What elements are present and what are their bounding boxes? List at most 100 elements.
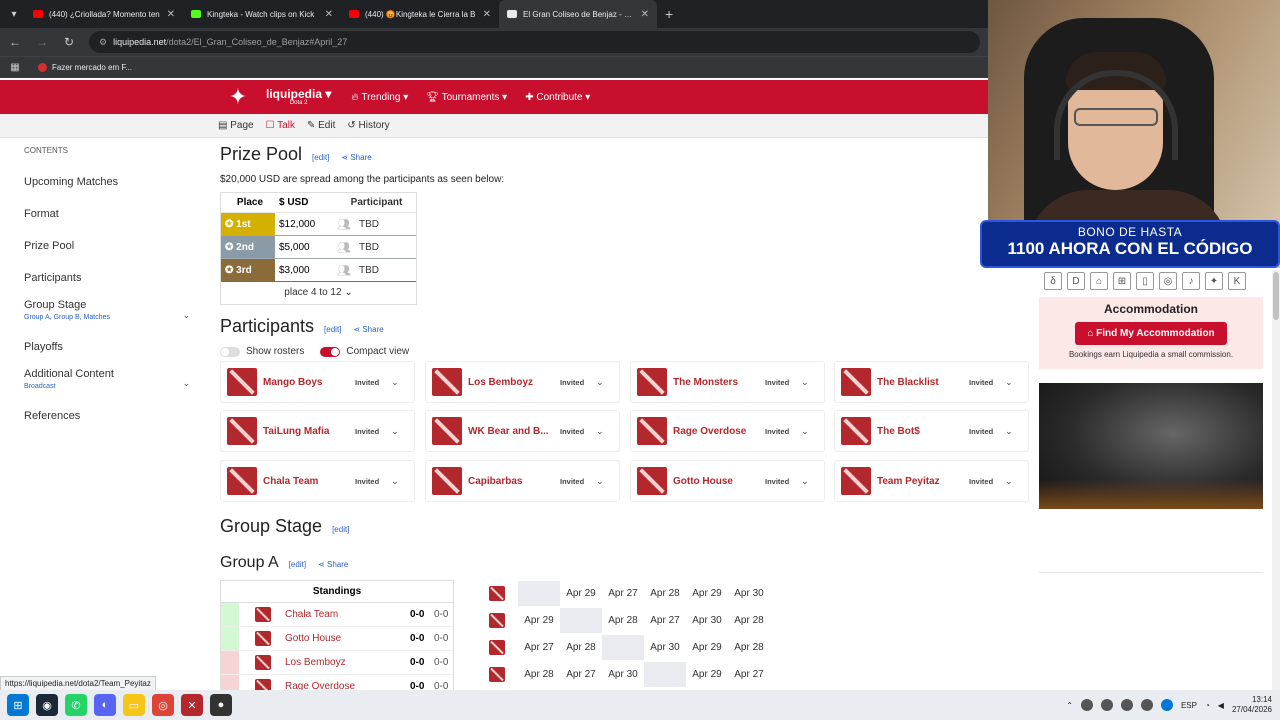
nav-contribute[interactable]: ✚ Contribute ▾ — [525, 92, 590, 103]
browser-tab[interactable]: (440) 😡Kingteka le Cierra la B ✕ — [341, 0, 499, 28]
matrix-cell[interactable]: Apr 28 — [602, 608, 644, 633]
video-ad[interactable] — [1039, 383, 1263, 509]
chevron-down-icon[interactable]: ⌄ — [1005, 476, 1013, 487]
expand-places-button[interactable]: place 4 to 12 ⌄ — [221, 282, 416, 304]
team-card[interactable]: Gotto House Invited ⌄ — [630, 460, 825, 502]
toc-sublinks[interactable]: Broadcast — [24, 383, 114, 390]
chevron-down-icon[interactable]: ⌄ — [182, 310, 190, 321]
chevron-down-icon[interactable]: ⌄ — [596, 377, 604, 388]
find-accommodation-button[interactable]: ⌂ Find My Accommodation — [1075, 322, 1227, 345]
browser-tab[interactable]: (440) ¿Criollada? Momento ten ✕ — [25, 0, 183, 28]
team-card[interactable]: Los Bemboyz Invited ⌄ — [425, 361, 620, 403]
matrix-cell[interactable]: Apr 27 — [644, 608, 686, 633]
team-name[interactable]: Chala Team — [285, 609, 410, 620]
chevron-down-icon[interactable]: ⌄ — [182, 378, 190, 389]
matrix-cell[interactable]: Apr 30 — [602, 662, 644, 687]
team-card[interactable]: Rage Overdose Invited ⌄ — [630, 410, 825, 452]
house-icon[interactable]: ⌂ — [1090, 272, 1108, 290]
matrix-cell[interactable]: Apr 29 — [560, 581, 602, 606]
team-card[interactable]: The Bot$ Invited ⌄ — [834, 410, 1029, 452]
matrix-cell[interactable]: Apr 28 — [728, 608, 770, 633]
browser-tab[interactable]: Kingteka - Watch clips on Kick ✕ — [183, 0, 341, 28]
team-name[interactable]: Capibarbas — [468, 476, 560, 487]
matrix-cell[interactable]: Apr 27 — [728, 662, 770, 687]
matrix-cell[interactable]: Apr 29 — [518, 608, 560, 633]
bracket-icon[interactable]: ⊞ — [1113, 272, 1131, 290]
edit-link[interactable]: [edit] — [332, 525, 349, 534]
matrix-cell[interactable]: Apr 28 — [644, 581, 686, 606]
dota-icon[interactable]: ✕ — [181, 694, 203, 716]
action-history[interactable]: ↺ History — [347, 120, 389, 131]
matrix-cell[interactable]: Apr 30 — [686, 608, 728, 633]
toc-item[interactable]: Format — [24, 208, 59, 220]
reload-icon[interactable]: ↻ — [57, 35, 81, 49]
matrix-cell[interactable]: Apr 28 — [728, 635, 770, 660]
matrix-cell[interactable]: Apr 29 — [686, 635, 728, 660]
team-name[interactable]: The Monsters — [673, 377, 765, 388]
team-name[interactable]: Gotto House — [285, 633, 410, 644]
share-link[interactable]: ⋖ Share — [318, 560, 348, 569]
whatsapp-icon[interactable]: ✆ — [65, 694, 87, 716]
chevron-down-icon[interactable]: ⌄ — [596, 426, 604, 437]
scrollbar-track[interactable] — [1272, 270, 1280, 690]
new-tab-button[interactable]: + — [665, 6, 673, 22]
team-name[interactable]: Los Bemboyz — [468, 377, 560, 388]
share-link[interactable]: ⋖ Share — [341, 153, 371, 162]
chevron-down-icon[interactable]: ⌄ — [1005, 426, 1013, 437]
kick-icon[interactable]: K — [1228, 272, 1246, 290]
matrix-cell[interactable]: Apr 27 — [518, 635, 560, 660]
team-name[interactable]: Gotto House — [673, 476, 765, 487]
url-input[interactable]: ⚙ liquipedia.net/dota2/El_Gran_Coliseo_d… — [89, 31, 980, 53]
team-card[interactable]: The Monsters Invited ⌄ — [630, 361, 825, 403]
site-info-icon[interactable]: ⚙ — [99, 37, 107, 48]
team-card[interactable]: TaiLung Mafia Invited ⌄ — [220, 410, 415, 452]
share-link[interactable]: ⋖ Share — [353, 325, 383, 334]
chevron-down-icon[interactable]: ⌄ — [391, 426, 399, 437]
chrome-icon[interactable]: ◎ — [152, 694, 174, 716]
team-card[interactable]: The Blacklist Invited ⌄ — [834, 361, 1029, 403]
bookmark-item[interactable]: Fazer mercado em F... — [52, 63, 132, 72]
toc-item[interactable]: Playoffs — [24, 341, 63, 353]
chevron-down-icon[interactable]: ⌄ — [596, 476, 604, 487]
toc-item[interactable]: Prize Pool — [24, 240, 74, 252]
volume-icon[interactable]: ◀︎ — [1218, 701, 1224, 710]
edit-link[interactable]: [edit] — [324, 325, 341, 334]
chevron-down-icon[interactable]: ⌄ — [391, 476, 399, 487]
chevron-down-icon[interactable]: ⌄ — [801, 377, 809, 388]
chevron-down-icon[interactable]: ⌄ — [801, 476, 809, 487]
toc-item[interactable]: Group Stage Group A, Group B, Matches — [24, 299, 110, 321]
instagram-icon[interactable]: ◎ — [1159, 272, 1177, 290]
close-tab-icon[interactable]: ✕ — [167, 9, 175, 20]
toc-item[interactable]: References — [24, 410, 80, 422]
toc-sublinks[interactable]: Group A, Group B, Matches — [24, 314, 110, 321]
close-tab-icon[interactable]: ✕ — [641, 9, 649, 20]
tray-app-icon[interactable] — [1100, 699, 1113, 711]
matrix-cell[interactable]: Apr 27 — [602, 581, 644, 606]
matrix-cell[interactable]: Apr 27 — [560, 662, 602, 687]
matrix-cell[interactable]: Apr 29 — [686, 581, 728, 606]
team-card[interactable]: Team Peyitaz Invited ⌄ — [834, 460, 1029, 502]
matrix-cell[interactable]: Apr 28 — [518, 662, 560, 687]
back-icon[interactable]: ← — [3, 35, 27, 49]
show-rosters-toggle[interactable] — [220, 346, 240, 357]
team-name[interactable]: The Blacklist — [877, 377, 969, 388]
nav-tournaments[interactable]: 🏆︎ Tournaments ▾ — [426, 92, 507, 103]
obs-icon[interactable]: ● — [210, 694, 232, 716]
chevron-up-icon[interactable]: ⌃ — [1066, 701, 1073, 710]
chevron-down-icon[interactable]: ⌄ — [391, 377, 399, 388]
language-indicator[interactable]: ESP — [1181, 701, 1197, 710]
compact-view-toggle[interactable] — [320, 346, 341, 357]
browser-tab-active[interactable]: El Gran Coliseo de Benjaz - Liqu ✕ — [499, 0, 657, 28]
matrix-cell[interactable]: Apr 29 — [686, 662, 728, 687]
team-name[interactable]: Los Bemboyz — [285, 657, 410, 668]
tray-app-icon[interactable] — [1140, 699, 1153, 711]
page-icon[interactable]: ▯ — [1136, 272, 1154, 290]
tab-search-icon[interactable]: ▾ — [3, 3, 25, 25]
team-card[interactable]: WK Bear and B... Invited ⌄ — [425, 410, 620, 452]
forward-icon[interactable]: → — [30, 35, 54, 49]
team-name[interactable]: TaiLung Mafia — [263, 426, 355, 437]
close-tab-icon[interactable]: ✕ — [483, 9, 491, 20]
team-name[interactable]: Rage Overdose — [673, 426, 765, 437]
team-name[interactable]: Mango Boys — [263, 377, 355, 388]
team-card[interactable]: Chala Team Invited ⌄ — [220, 460, 415, 502]
